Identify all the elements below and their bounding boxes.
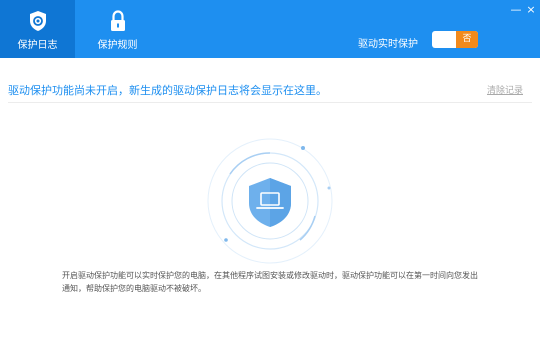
- protection-emblem: [205, 136, 335, 270]
- ring-dot: [224, 238, 228, 242]
- close-button[interactable]: ×: [525, 4, 537, 16]
- status-message: 驱动保护功能尚未开启，新生成的驱动保护日志将会显示在这里。: [8, 84, 327, 97]
- toggle-state: 否: [456, 31, 478, 48]
- tab-label: 保护规则: [97, 40, 138, 51]
- ring-dot: [327, 186, 331, 190]
- shield-gear-icon: [28, 10, 48, 35]
- feature-description: 开启驱动保护功能可以实时保护您的电脑，在其他程序试图安装或修改驱动时，驱动保护功…: [62, 271, 478, 293]
- top-bar: 保护日志 保护规则 驱动实时保护 否 — ×: [0, 0, 540, 58]
- lock-icon: [109, 10, 127, 35]
- divider: [8, 102, 532, 103]
- realtime-protection-toggle[interactable]: 否: [432, 31, 478, 48]
- ring-dot: [301, 146, 305, 150]
- tab-label: 保护日志: [17, 40, 58, 51]
- realtime-protection-label: 驱动实时保护: [358, 39, 418, 50]
- clear-log-link[interactable]: 清除记录: [487, 83, 523, 96]
- tab-protection-rules[interactable]: 保护规则: [80, 0, 155, 58]
- shield-highlight: [270, 178, 291, 227]
- minimize-button[interactable]: —: [510, 4, 522, 16]
- tab-protection-log[interactable]: 保护日志: [0, 0, 75, 58]
